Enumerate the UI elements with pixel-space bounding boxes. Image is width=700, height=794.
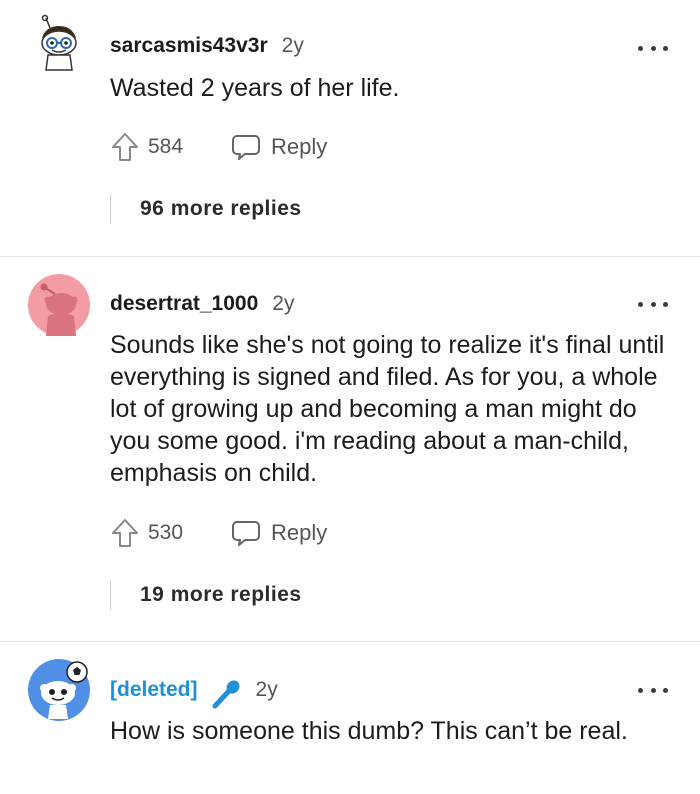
upvote-count: 530	[148, 521, 184, 544]
comment-body: Sounds like she's not going to realize i…	[110, 331, 665, 487]
timestamp: 2y	[255, 678, 278, 701]
more-replies-link[interactable]: 19 more replies	[140, 583, 302, 607]
dot-icon	[650, 301, 656, 307]
microphone-icon	[212, 680, 239, 709]
speech-bubble-icon	[232, 135, 261, 160]
dot-icon	[638, 301, 643, 307]
timestamp: 2y	[281, 34, 304, 57]
dot-icon	[663, 687, 668, 693]
comment-meta: [deleted] 2y	[110, 678, 278, 710]
username[interactable]: sarcasmis43v3r	[110, 34, 268, 58]
upvote-button[interactable]: 584	[110, 131, 183, 163]
thread-line	[110, 194, 111, 224]
divider	[0, 256, 700, 257]
reply-label: Reply	[271, 520, 328, 545]
nerd-snoo-avatar-icon[interactable]	[28, 14, 90, 76]
thread-line	[110, 580, 111, 610]
reply-button[interactable]: Reply	[231, 518, 327, 548]
dot-icon	[650, 687, 656, 693]
comment-body: How is someone this dumb? This can’t be …	[110, 717, 628, 745]
more-replies-link[interactable]: 96 more replies	[140, 197, 302, 221]
comment-meta: desertrat_1000 2y	[110, 292, 294, 316]
snoo-soccer-avatar-icon[interactable]	[28, 659, 90, 721]
comment-body: Wasted 2 years of her life.	[110, 74, 400, 102]
reply-button[interactable]: Reply	[231, 132, 327, 162]
comment-actions: 530 Reply	[110, 516, 327, 550]
upvote-arrow-icon	[112, 133, 138, 161]
reply-label: Reply	[271, 134, 328, 159]
upvote-count: 584	[148, 135, 184, 158]
dot-icon	[638, 45, 643, 51]
timestamp: 2y	[272, 292, 295, 315]
divider	[0, 641, 700, 642]
dot-icon	[663, 301, 668, 307]
more-options-button[interactable]	[638, 298, 668, 310]
dot-icon	[650, 45, 656, 51]
comment-actions: 584 Reply	[110, 130, 327, 164]
comment-meta: sarcasmis43v3r 2y	[110, 34, 304, 58]
more-options-button[interactable]	[638, 684, 668, 696]
upvote-button[interactable]: 530	[110, 517, 183, 549]
speech-bubble-icon	[232, 521, 261, 546]
default-snoo-avatar-icon[interactable]	[28, 274, 90, 336]
upvote-arrow-icon	[112, 519, 138, 547]
username[interactable]: desertrat_1000	[110, 292, 258, 316]
username-deleted[interactable]: [deleted]	[110, 678, 198, 702]
more-options-button[interactable]	[638, 42, 668, 54]
dot-icon	[638, 687, 643, 693]
dot-icon	[663, 45, 668, 51]
